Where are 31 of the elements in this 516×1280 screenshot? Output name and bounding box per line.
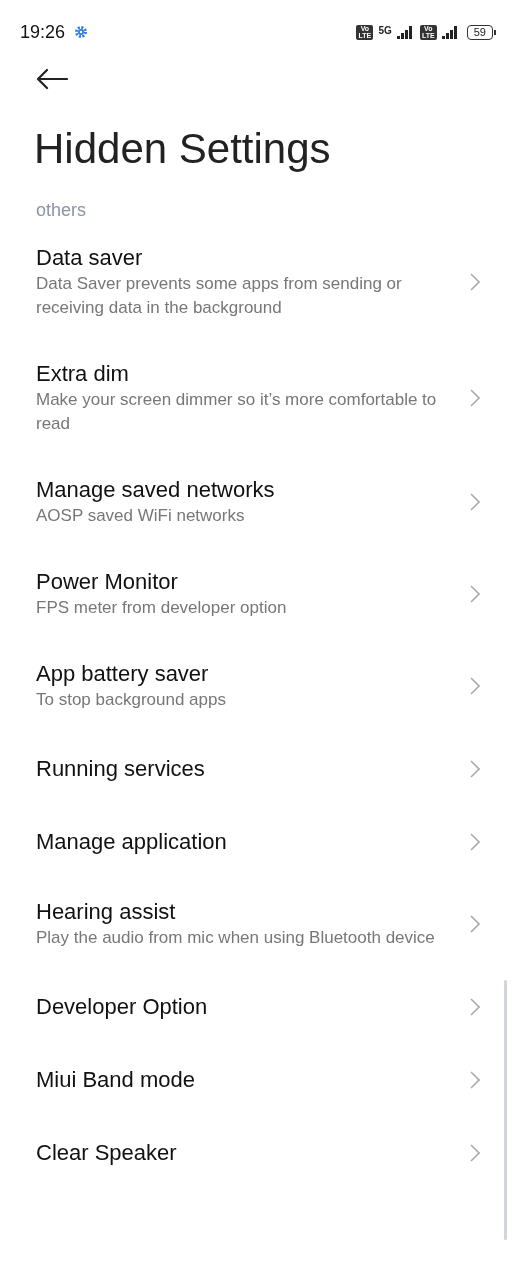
chevron-right-icon (470, 389, 480, 407)
chevron-right-icon (470, 915, 480, 933)
settings-item[interactable]: Manage application (0, 805, 516, 878)
settings-item[interactable]: Developer Option (0, 970, 516, 1043)
back-button[interactable] (36, 68, 68, 90)
battery-indicator: 59 (466, 24, 496, 40)
chevron-right-icon (470, 997, 480, 1016)
chevron-right-icon (470, 493, 480, 511)
chevron-right-icon (470, 677, 480, 695)
network-type: 5G (378, 23, 392, 38)
settings-icon (75, 26, 88, 38)
chevron-right-icon (470, 1143, 480, 1162)
chevron-right-icon (470, 585, 480, 603)
chevron-right-icon (470, 832, 480, 851)
chevron-right-icon (470, 759, 480, 778)
settings-item[interactable]: Power Monitor FPS meter from developer option (0, 548, 516, 640)
settings-item[interactable]: App battery saver To stop background apps (0, 640, 516, 732)
settings-item[interactable]: Manage saved networks AOSP saved WiFi networks (0, 456, 516, 548)
settings-item[interactable]: Running services (0, 732, 516, 805)
chevron-right-icon (470, 273, 480, 291)
chevron-right-icon (470, 1070, 480, 1089)
clock: 19:26 (20, 20, 66, 44)
settings-item[interactable]: Miui Band mode (0, 1043, 516, 1116)
page-title: Hidden Settings (33, 124, 332, 174)
settings-item[interactable]: Hearing assist Play the audio from mic when using Bluetooth device (0, 878, 516, 970)
settings-item[interactable]: Extra dim Make your screen dimmer so it’s more comfortable to read (0, 340, 516, 456)
settings-item[interactable]: Data saver Data Saver prevents some apps from sending or receiving data in the background (0, 224, 516, 340)
signal-icon (441, 25, 460, 39)
section-header: others (35, 199, 88, 222)
settings-item[interactable]: Clear Speaker (0, 1116, 516, 1189)
signal-icon (396, 25, 415, 39)
